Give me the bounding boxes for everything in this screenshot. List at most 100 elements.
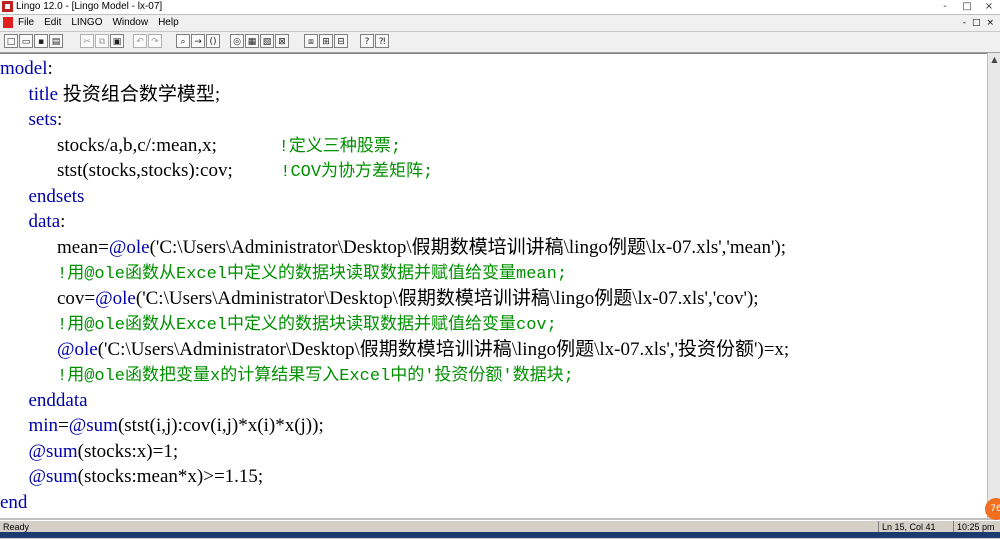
toolbar: □ ▭ ▪ ▤ ✂ ⧉ ▣ ↶ ↷ ⌕ →() ◎ ▦ ▧ ⊠ ⧈ ⊞ ⊟ ? ⁈	[0, 32, 1000, 53]
scroll-up-icon[interactable]: ▲	[988, 53, 1000, 66]
code-keyword: title	[28, 83, 59, 105]
code-keyword: @ole	[95, 287, 136, 309]
menu-help[interactable]: Help	[158, 15, 179, 31]
code-line: cov=@ole('C:\Users\Administrator\Desktop…	[0, 286, 789, 312]
code-line: @ole('C:\Users\Administrator\Desktop\假期数…	[0, 337, 789, 363]
code-line: !用@ole函数把变量x的计算结果写入Excel中的'投资份额'数据块;	[0, 362, 789, 388]
solve-button[interactable]: ◎	[230, 34, 244, 48]
code-comment: !用@ole函数从Excel中定义的数据块读取数据并赋值给变量mean;	[57, 265, 568, 284]
code-keyword: @ole	[57, 338, 98, 360]
cascade-button[interactable]: ⊟	[334, 34, 348, 48]
code-line: sets:	[0, 107, 789, 133]
code-text: ('C:\Users\Administrator\Desktop\假期数模培训讲…	[97, 338, 790, 360]
copy-button[interactable]: ⧉	[95, 34, 109, 48]
close-all-button[interactable]: ⊠	[275, 34, 289, 48]
code-line: model:	[0, 56, 789, 82]
document-controls: - □ ×	[963, 16, 994, 30]
code-line: @sum(stocks:x)=1;	[0, 439, 789, 465]
code-comment: !用@ole函数从Excel中定义的数据块读取数据并赋值给变量cov;	[57, 316, 557, 335]
minimize-button[interactable]: -	[934, 0, 956, 14]
send-to-back-button[interactable]: ⧈	[304, 34, 318, 48]
code-line: end	[0, 490, 789, 516]
solution-button[interactable]: ▦	[245, 34, 259, 48]
code-line: stocks/a,b,c/:mean,x; !定义三种股票;	[0, 133, 789, 159]
window-title: Lingo 12.0 - [Lingo Model - lx-07]	[16, 1, 163, 12]
title-bar[interactable]: Lingo 12.0 - [Lingo Model - lx-07] - □ ×	[0, 0, 1000, 15]
code-comment: !用@ole函数把变量x的计算结果写入Excel中的'投资份额'数据块;	[57, 367, 574, 386]
code-keyword: endsets	[28, 185, 85, 207]
code-text: stst(stocks,stocks):cov;	[0, 160, 281, 181]
doc-restore-button[interactable]: □	[972, 16, 981, 30]
maximize-button[interactable]: □	[956, 0, 978, 14]
document-icon[interactable]	[3, 17, 13, 28]
save-button[interactable]: ▪	[34, 34, 48, 48]
menu-window[interactable]: Window	[112, 15, 148, 31]
find-button[interactable]: ⌕	[176, 34, 190, 48]
menu-file[interactable]: File	[18, 15, 34, 31]
code-text: =	[58, 415, 69, 436]
code-editor[interactable]: model: title 投资组合数学模型; sets: stocks/a,b,…	[0, 53, 987, 519]
doc-close-button[interactable]: ×	[986, 16, 994, 30]
code-keyword: @sum	[68, 415, 118, 436]
code-text: (stst(i,j):cov(i,j)*x(i)*x(j));	[117, 415, 324, 436]
paste-button[interactable]: ▣	[110, 34, 124, 48]
tile-button[interactable]: ⊞	[319, 34, 333, 48]
code-text: :	[60, 211, 66, 232]
match-paren-button[interactable]: ()	[206, 34, 220, 48]
code-text: ('C:\Users\Administrator\Desktop\假期数模培训讲…	[149, 236, 787, 258]
code-keyword: min	[28, 415, 59, 436]
code-keyword: end	[0, 491, 28, 513]
context-help-button[interactable]: ⁈	[375, 34, 389, 48]
matrix-button[interactable]: ▧	[260, 34, 274, 48]
code-comment: !COV为协方差矩阵;	[280, 163, 434, 182]
menu-lingo[interactable]: LINGO	[71, 15, 102, 31]
print-button[interactable]: ▤	[49, 34, 63, 48]
window-controls: - □ ×	[934, 0, 1000, 14]
menu-edit[interactable]: Edit	[44, 15, 61, 31]
code-keyword: enddata	[28, 389, 88, 411]
code-keyword: sets	[28, 109, 58, 130]
code-line: !用@ole函数从Excel中定义的数据块读取数据并赋值给变量cov;	[0, 311, 789, 337]
help-button[interactable]: ?	[360, 34, 374, 48]
code-line: min=@sum(stst(i,j):cov(i,j)*x(i)*x(j));	[0, 413, 789, 439]
doc-minimize-button[interactable]: -	[963, 16, 966, 30]
code-line: @sum(stocks:mean*x)>=1.15;	[0, 464, 789, 490]
goto-button[interactable]: →	[191, 34, 205, 48]
code-text: (stocks:mean*x)>=1.15;	[77, 466, 264, 487]
code-line: enddata	[0, 388, 789, 414]
notification-badge[interactable]: 76	[985, 498, 1000, 520]
code-text: mean=	[0, 236, 109, 258]
code-content: model: title 投资组合数学模型; sets: stocks/a,b,…	[0, 56, 789, 515]
close-button[interactable]: ×	[978, 0, 1000, 14]
code-line: !用@ole函数从Excel中定义的数据块读取数据并赋值给变量mean;	[0, 260, 789, 286]
code-text: ('C:\Users\Administrator\Desktop\假期数模培训讲…	[135, 287, 759, 309]
menu-bar: File Edit LINGO Window Help - □ ×	[0, 15, 1000, 32]
code-text: :	[47, 58, 53, 79]
cut-button[interactable]: ✂	[80, 34, 94, 48]
redo-button[interactable]: ↷	[148, 34, 162, 48]
code-keyword: @ole	[108, 236, 150, 258]
code-keyword: @sum	[28, 440, 78, 462]
code-line: data:	[0, 209, 789, 235]
code-keyword: model	[0, 58, 48, 79]
new-button[interactable]: □	[4, 34, 18, 48]
taskbar	[0, 532, 1000, 538]
vertical-scrollbar[interactable]: ▲ ▼	[987, 53, 1000, 518]
code-text: cov=	[0, 287, 96, 309]
code-line: mean=@ole('C:\Users\Administrator\Deskto…	[0, 235, 789, 261]
undo-button[interactable]: ↶	[133, 34, 147, 48]
code-text: (stocks:x)=1;	[77, 440, 179, 462]
open-button[interactable]: ▭	[19, 34, 33, 48]
